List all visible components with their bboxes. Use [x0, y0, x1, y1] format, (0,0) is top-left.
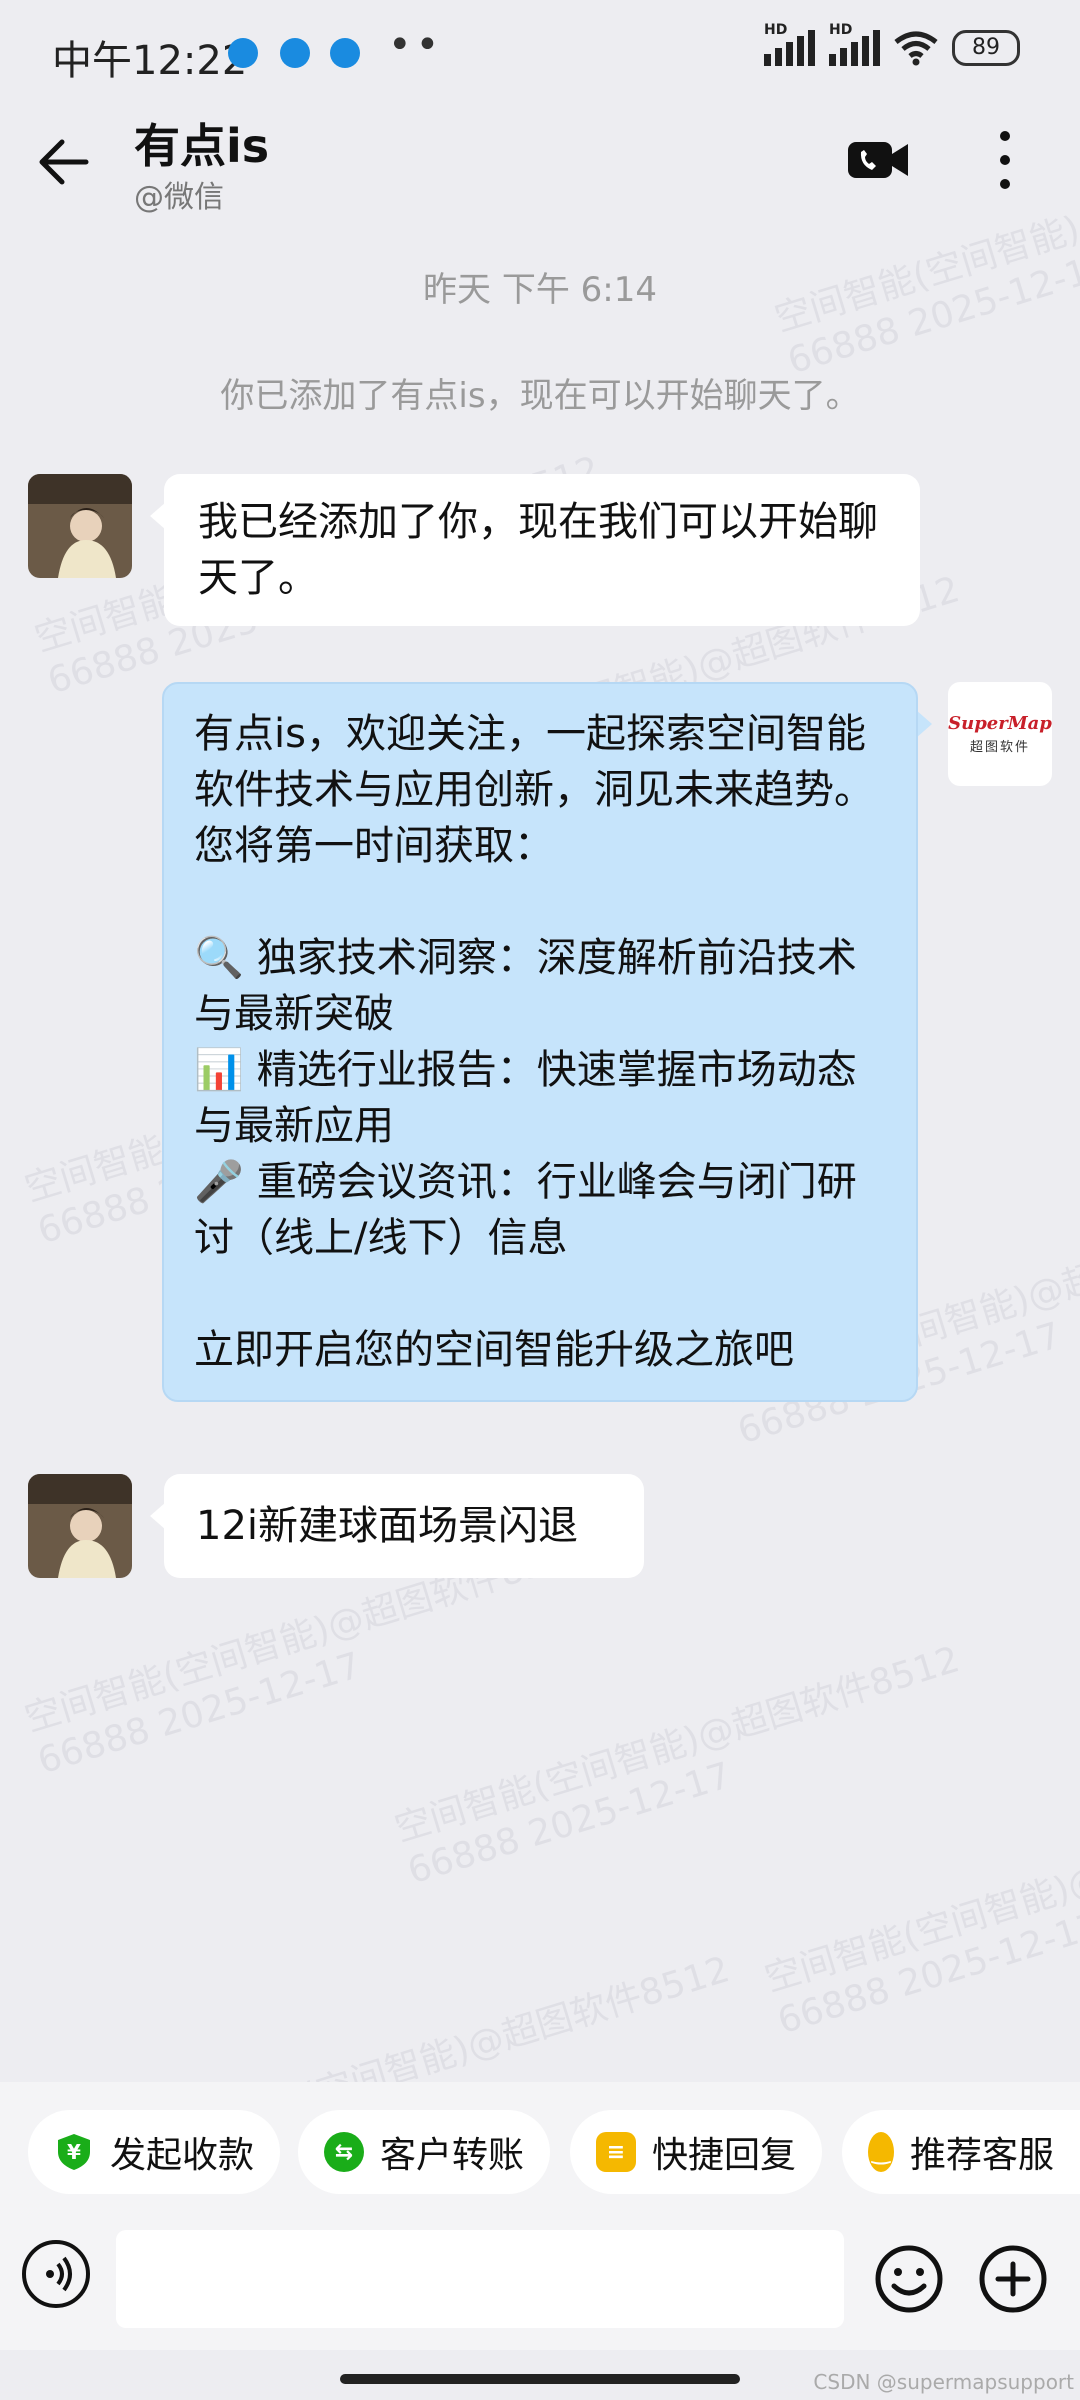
more-vertical-icon[interactable]	[990, 128, 1020, 192]
message-intro: 有点is，欢迎关注，一起探索空间智能软件技术与应用创新，洞见未来趋势。您将第一时…	[194, 711, 874, 869]
home-indicator[interactable]	[340, 2374, 740, 2384]
message-item: 🎤 重磅会议资讯：行业峰会与闭门研讨（线上/线下）信息	[194, 1154, 886, 1266]
quick-reply-icon: ≡	[596, 2132, 636, 2172]
app-notification-icon	[280, 38, 310, 68]
contact-avatar[interactable]	[28, 474, 132, 578]
voice-icon[interactable]	[22, 2240, 90, 2308]
contact-avatar[interactable]	[28, 1474, 132, 1578]
avatar-photo-icon	[28, 1474, 132, 1578]
signal-icon: HD	[829, 22, 880, 66]
svg-text:¥: ¥	[67, 2140, 81, 2164]
supermap-logo-subtitle: 超图软件	[969, 740, 1030, 755]
recommend-service-icon: ‿	[868, 2132, 894, 2172]
message-input[interactable]	[116, 2230, 844, 2328]
supermap-logo: SuperMap	[948, 713, 1052, 734]
transfer-icon: ⇆	[324, 2132, 364, 2172]
system-message: 你已添加了有点is，现在可以开始聊天了。	[220, 376, 860, 416]
status-time: 中午12:22	[52, 38, 248, 84]
watermark: 空间智能(空间智能)@超图软件851266888 2025-12-17	[760, 1789, 1080, 2043]
wifi-icon	[894, 31, 938, 66]
chip-recommend-service[interactable]: ‿ 推荐客服	[842, 2110, 1080, 2194]
message-item: 🔍 独家技术洞察：深度解析前沿技术与最新突破	[194, 930, 886, 1042]
back-arrow-icon[interactable]	[34, 132, 94, 192]
emoji-icon[interactable]	[874, 2244, 944, 2314]
microphone-emoji-icon: 🎤	[194, 1159, 244, 1205]
upload-notification-icon	[228, 38, 258, 68]
app-notification-icon	[330, 38, 360, 68]
message-bubble[interactable]: 我已经添加了你，现在我们可以开始聊天了。	[164, 474, 920, 626]
status-bar: 中午12:22 •• HD HD 89	[0, 0, 1080, 110]
payment-shield-icon: ¥	[58, 2134, 90, 2170]
magnifier-emoji-icon: 🔍	[194, 935, 244, 981]
avatar-photo-icon	[28, 474, 132, 578]
message-bubble[interactable]: 有点is，欢迎关注，一起探索空间智能软件技术与应用创新，洞见未来趋势。您将第一时…	[162, 682, 918, 1402]
bar-chart-emoji-icon: 📊	[194, 1047, 244, 1093]
chat-subtitle: @微信	[134, 180, 224, 215]
message-text: 我已经添加了你，现在我们可以开始聊天了。	[198, 499, 878, 601]
message-item: 📊 精选行业报告：快速掌握市场动态与最新应用	[194, 1042, 886, 1154]
message-bubble[interactable]: 12i新建球面场景闪退	[164, 1474, 644, 1578]
watermark: 空间智能(空间智能)@超图软件851266888 2025-12-17	[390, 1639, 965, 1893]
message-outro: 立即开启您的空间智能升级之旅吧	[194, 1327, 794, 1373]
chip-transfer[interactable]: ⇆ 客户转账	[298, 2110, 551, 2194]
footer-credit: CSDN @supermapsupport	[813, 2370, 1074, 2394]
watermark: 空间智能(空间智能)@超图软件851266888 2025-12-17	[770, 129, 1080, 383]
chip-quick-reply[interactable]: ≡ 快捷回复	[570, 2110, 823, 2194]
chip-payment[interactable]: ¥ 发起收款	[28, 2110, 281, 2194]
my-avatar[interactable]: SuperMap 超图软件	[948, 682, 1052, 786]
chat-title: 有点is	[134, 119, 270, 173]
chat-time-label: 昨天 下午 6:14	[423, 270, 657, 310]
more-notifications-icon: ••	[388, 22, 444, 68]
message-text: 12i新建球面场景闪退	[196, 1503, 579, 1549]
status-icons: HD HD 89	[764, 22, 1020, 66]
plus-icon[interactable]	[978, 2244, 1048, 2314]
signal-icon: HD	[764, 22, 815, 66]
battery-indicator: 89	[952, 30, 1020, 66]
video-call-icon[interactable]	[846, 132, 910, 188]
